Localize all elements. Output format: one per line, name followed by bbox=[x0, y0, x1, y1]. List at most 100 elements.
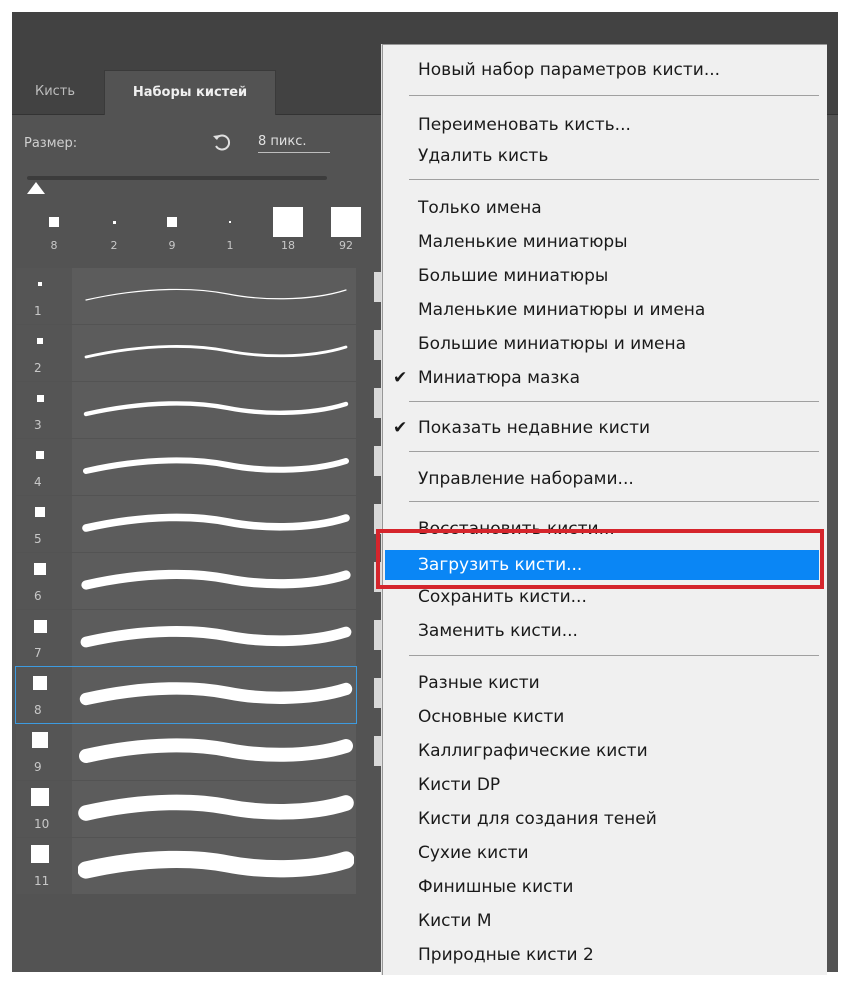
menu-item[interactable]: Заменить кисти... bbox=[383, 616, 827, 646]
recent-brush-item[interactable]: 92 bbox=[318, 198, 374, 260]
size-slider-track[interactable] bbox=[27, 176, 327, 180]
brush-stroke-preview bbox=[78, 794, 354, 821]
brush-preset-row[interactable]: 9 bbox=[16, 724, 356, 780]
brush-tip-preview bbox=[32, 675, 48, 691]
recent-brush-size: 1 bbox=[226, 239, 234, 252]
menu-item[interactable]: Каллиграфические кисти bbox=[383, 736, 827, 766]
brush-list: 1 2 3 4 5 6 7 8 9 10 11 bbox=[15, 268, 357, 895]
stroke-path bbox=[83, 401, 349, 417]
menu-separator bbox=[409, 501, 819, 502]
stroke-path bbox=[79, 738, 353, 763]
menu-item-label: Новый набор параметров кисти... bbox=[418, 60, 721, 80]
size-slider-thumb[interactable] bbox=[27, 182, 45, 194]
menu-item[interactable]: Управление наборами... bbox=[383, 464, 827, 494]
recent-brush-item[interactable]: 1 bbox=[202, 198, 258, 260]
menu-item[interactable]: Кисти M bbox=[383, 906, 827, 936]
brush-tip-cell: 3 bbox=[16, 382, 72, 438]
brush-stroke-preview bbox=[84, 345, 348, 359]
brush-tip-preview bbox=[31, 788, 49, 806]
menu-item[interactable]: Сохранить кисти... bbox=[383, 582, 827, 612]
menu-item[interactable]: Финишные кисти bbox=[383, 872, 827, 902]
tab-brush[interactable]: Кисть bbox=[20, 70, 90, 114]
brush-tip-cell: 5 bbox=[16, 496, 72, 552]
menu-item[interactable]: Кисти DP bbox=[383, 770, 827, 800]
menu-item[interactable]: Природные кисти 2 bbox=[383, 940, 827, 970]
brush-size-label: 10 bbox=[34, 817, 50, 831]
recent-brush-item[interactable]: 8 bbox=[26, 198, 82, 260]
menu-item[interactable]: Большие миниатюры bbox=[383, 261, 827, 291]
menu-item-label: Основные кисти bbox=[418, 707, 565, 727]
brush-preset-row[interactable]: 3 bbox=[16, 382, 356, 438]
brush-tip-cell: 11 bbox=[16, 838, 72, 894]
menu-item-label: Финишные кисти bbox=[418, 877, 574, 897]
stroke-path bbox=[85, 288, 347, 301]
brush-stroke-preview bbox=[80, 626, 352, 648]
menu-item-label: Большие миниатюры bbox=[418, 266, 609, 286]
brush-tip-preview bbox=[37, 338, 43, 344]
brush-preset-row[interactable]: 1 bbox=[16, 268, 356, 324]
size-input[interactable]: 8 пикс. bbox=[258, 134, 331, 153]
brush-stroke-preview bbox=[78, 850, 354, 879]
menu-separator bbox=[409, 401, 819, 402]
menu-item[interactable]: Большие миниатюры и имена bbox=[383, 329, 827, 359]
menu-item[interactable]: Основные кисти bbox=[383, 702, 827, 732]
brush-preset-row[interactable]: 4 bbox=[16, 439, 356, 495]
stroke-path bbox=[80, 626, 352, 648]
brush-tip-cell: 8 bbox=[16, 667, 72, 723]
stroke-path bbox=[82, 513, 350, 532]
stroke-path bbox=[81, 569, 351, 590]
menu-item-label: Разные кисти bbox=[418, 673, 540, 693]
menu-item[interactable]: Загрузить кисти... bbox=[385, 550, 819, 580]
menu-item-label: Удалить кисть bbox=[418, 146, 549, 166]
menu-item[interactable]: Удалить кисть bbox=[383, 141, 827, 171]
brush-stroke-preview bbox=[83, 401, 349, 417]
menu-item-label: Миниатюра мазка bbox=[418, 368, 581, 388]
menu-item[interactable]: ✔ Миниатюра мазка bbox=[383, 363, 827, 393]
brush-preset-row[interactable]: 10 bbox=[16, 781, 356, 837]
brush-tip-preview bbox=[38, 282, 42, 286]
menu-item[interactable]: ✔ Показать недавние кисти bbox=[383, 413, 827, 443]
menu-item[interactable]: Сухие кисти bbox=[383, 838, 827, 868]
tab-brush-presets[interactable]: Наборы кистей bbox=[104, 70, 276, 115]
brush-stroke-preview bbox=[85, 288, 347, 301]
brush-tip-preview bbox=[112, 220, 116, 224]
brush-preset-row[interactable]: 8 bbox=[15, 666, 357, 724]
menu-item-label: Сохранить кисти... bbox=[418, 587, 587, 607]
brush-preset-row[interactable]: 5 bbox=[16, 496, 356, 552]
brush-tip-cell: 6 bbox=[16, 553, 72, 609]
brush-stroke-preview bbox=[83, 457, 349, 474]
brush-preset-row[interactable]: 2 bbox=[16, 325, 356, 381]
menu-item-label: Большие миниатюры и имена bbox=[418, 334, 687, 354]
menu-item[interactable]: Маленькие миниатюры и имена bbox=[383, 295, 827, 325]
brush-tip-cell: 2 bbox=[16, 325, 72, 381]
brush-size-label: 3 bbox=[34, 418, 42, 432]
brush-preset-row[interactable]: 11 bbox=[16, 838, 356, 894]
panel-flyout-menu: Новый набор параметров кисти... Переимено… bbox=[382, 44, 827, 975]
recent-brushes: 8 2 9 1 18 92 bbox=[12, 198, 392, 260]
brush-size-label: 1 bbox=[34, 304, 42, 318]
recent-brush-size: 9 bbox=[168, 239, 176, 252]
menu-item-label: Маленькие миниатюры и имена bbox=[418, 300, 706, 320]
brush-preset-row[interactable]: 6 bbox=[16, 553, 356, 609]
recent-brush-item[interactable]: 9 bbox=[144, 198, 200, 260]
menu-item[interactable]: Маленькие миниатюры bbox=[383, 227, 827, 257]
brush-tip-cell: 4 bbox=[16, 439, 72, 495]
stroke-path bbox=[78, 850, 354, 879]
menu-item[interactable]: Новый набор параметров кисти... bbox=[383, 55, 827, 85]
menu-item[interactable]: Восстановить кисти... bbox=[383, 514, 827, 544]
menu-item[interactable]: Разные кисти bbox=[383, 668, 827, 698]
recent-brush-item[interactable]: 18 bbox=[260, 198, 316, 260]
menu-item[interactable]: Кисти для создания теней bbox=[383, 804, 827, 834]
brush-size-label: 5 bbox=[34, 532, 42, 546]
menu-item-label: Переименовать кисть... bbox=[418, 115, 631, 135]
stroke-path bbox=[78, 794, 354, 821]
brush-preset-row[interactable]: 7 bbox=[16, 610, 356, 666]
recent-brush-item[interactable]: 2 bbox=[86, 198, 142, 260]
brush-size-label: 7 bbox=[34, 646, 42, 660]
menu-item[interactable]: Переименовать кисть... bbox=[383, 110, 827, 140]
brush-tip-preview bbox=[34, 563, 46, 575]
recent-brush-size: 8 bbox=[50, 239, 58, 252]
menu-item-label: Управление наборами... bbox=[418, 469, 634, 489]
menu-item[interactable]: Только имена bbox=[383, 193, 827, 223]
reset-arrow-icon[interactable] bbox=[210, 130, 234, 154]
